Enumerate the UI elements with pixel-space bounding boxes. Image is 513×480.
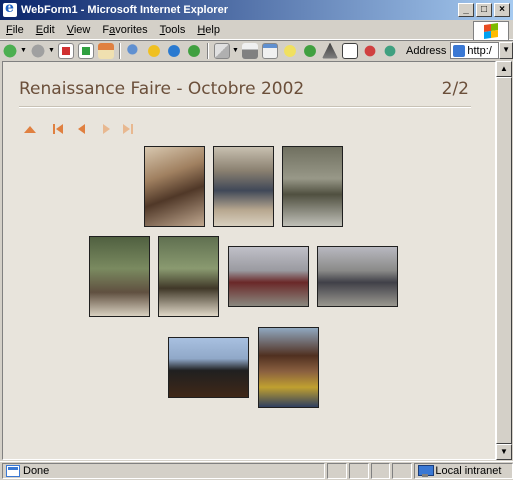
forward-icon[interactable] (30, 42, 46, 59)
photo-thumbnail[interactable] (317, 246, 398, 307)
zone-text: Local intranet (435, 465, 502, 477)
page-content: Renaissance Faire - Octobre 2002 2/2 (2, 61, 496, 460)
back-icon[interactable] (2, 42, 18, 59)
maximize-button[interactable]: □ (476, 3, 492, 17)
print-icon[interactable] (242, 42, 258, 59)
photo-thumbnail[interactable] (228, 246, 309, 307)
page-icon (453, 44, 466, 57)
address-input[interactable]: http:/ (450, 42, 500, 59)
photo-thumbnail[interactable] (282, 146, 343, 227)
page-counter: 2/2 (441, 79, 469, 99)
zone-panel: Local intranet (414, 463, 513, 479)
favorites-icon[interactable] (146, 42, 162, 59)
research-icon[interactable] (322, 42, 338, 59)
extra-icon[interactable] (362, 42, 378, 59)
photo-thumbnail[interactable] (144, 146, 205, 227)
mail-dropdown-icon[interactable]: ▼ (232, 47, 239, 54)
menu-bar: File Edit View Favorites Tools Help (0, 20, 513, 40)
address-dropdown-button[interactable]: ▼ (499, 42, 513, 59)
vertical-scrollbar[interactable]: ▲ ▼ (496, 61, 512, 460)
photo-thumbnail[interactable] (213, 146, 274, 227)
address-label: Address (406, 44, 447, 57)
address-value: http:/ (467, 44, 492, 57)
status-text-panel: Done (2, 463, 325, 479)
windows-logo-icon (473, 21, 509, 41)
close-button[interactable]: × (494, 3, 510, 17)
media-icon[interactable] (166, 42, 182, 59)
photo-thumbnail[interactable] (258, 327, 319, 408)
messenger-icon[interactable] (302, 42, 318, 59)
window-title: WebForm1 - Microsoft Internet Explorer (21, 4, 228, 16)
scroll-up-button[interactable]: ▲ (496, 61, 512, 77)
stop-icon[interactable] (58, 42, 74, 59)
refresh-icon[interactable] (78, 42, 94, 59)
status-panel (326, 463, 347, 479)
menu-file[interactable]: File (0, 24, 30, 36)
msn-icon[interactable] (342, 42, 358, 59)
title-divider (19, 106, 471, 108)
scroll-thumb[interactable] (496, 77, 512, 444)
photo-thumbnail[interactable] (168, 337, 249, 398)
photo-thumbnail[interactable] (89, 236, 150, 317)
extra2-icon[interactable] (382, 42, 398, 59)
title-bar: WebForm1 - Microsoft Internet Explorer _… (0, 0, 513, 20)
last-icon (121, 122, 135, 136)
next-icon (99, 122, 113, 136)
menu-favorites[interactable]: Favorites (96, 24, 153, 36)
page-title: Renaissance Faire - Octobre 2002 (19, 79, 305, 99)
home-icon[interactable] (98, 42, 114, 59)
intranet-icon (418, 465, 435, 477)
menu-help[interactable]: Help (191, 24, 226, 36)
menu-view[interactable]: View (61, 24, 97, 36)
scroll-down-button[interactable]: ▼ (496, 444, 512, 460)
status-panel (392, 463, 413, 479)
mail-icon[interactable] (214, 42, 230, 59)
up-arrow-icon[interactable] (23, 122, 37, 136)
back-dropdown-icon[interactable]: ▼ (20, 47, 27, 54)
history-icon[interactable] (186, 42, 202, 59)
status-panel (370, 463, 391, 479)
forward-dropdown-icon[interactable]: ▼ (48, 47, 55, 54)
status-bar: Done Local intranet (0, 461, 513, 480)
ie-icon (3, 0, 17, 17)
minimize-button[interactable]: _ (458, 3, 474, 17)
prev-icon[interactable] (75, 122, 89, 136)
page-done-icon (6, 465, 20, 477)
status-text: Done (23, 465, 50, 477)
discuss-icon[interactable] (282, 42, 298, 59)
edit-icon[interactable] (262, 42, 278, 59)
first-icon[interactable] (51, 122, 65, 136)
menu-tools[interactable]: Tools (154, 24, 192, 36)
status-panel (348, 463, 369, 479)
photo-thumbnail[interactable] (158, 236, 219, 317)
menu-edit[interactable]: Edit (30, 24, 61, 36)
toolbar: ▼ ▼ ▼ Address http:/ ▼ (0, 40, 513, 60)
search-icon[interactable] (126, 42, 142, 59)
browser-window: WebForm1 - Microsoft Internet Explorer _… (0, 0, 513, 480)
